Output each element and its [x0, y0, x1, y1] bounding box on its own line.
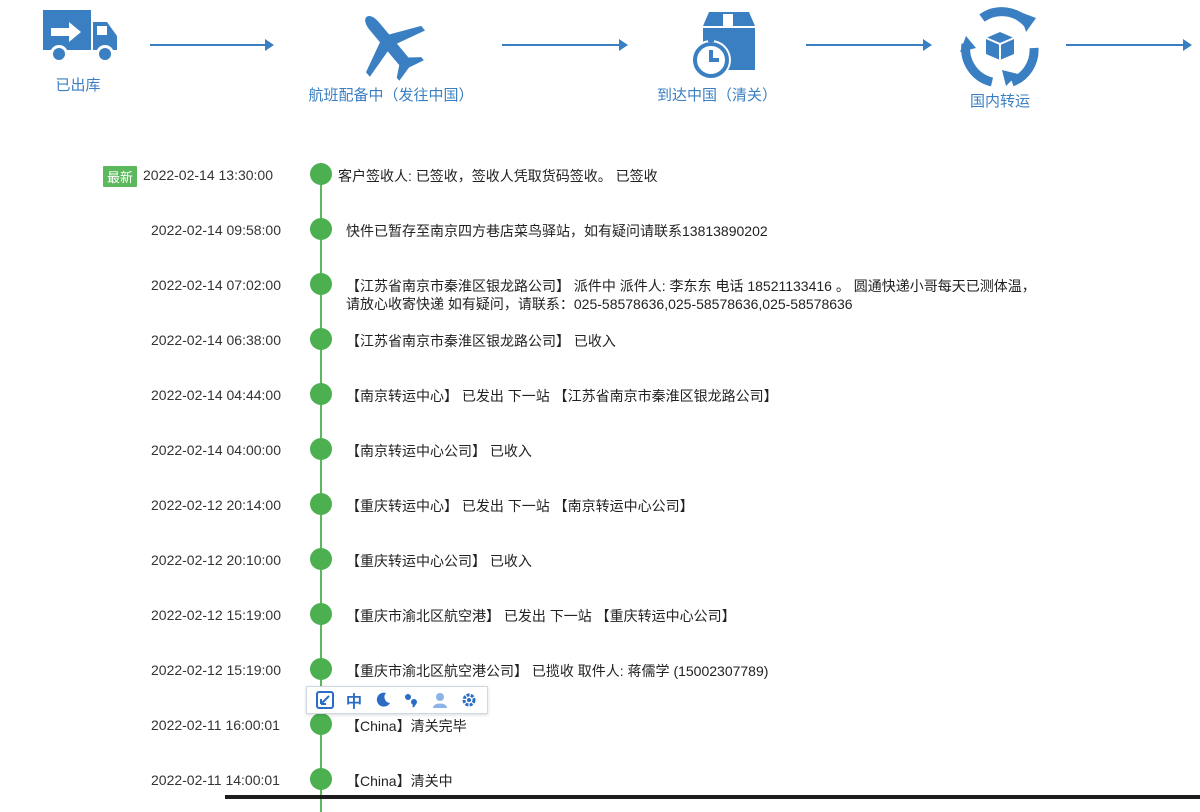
timeline-row: 2022-02-11 16:00:01 【China】清关完毕 [0, 713, 1200, 753]
event-time: 2022-02-11 14:00:01 [151, 772, 280, 788]
tracking-timeline: 最新 2022-02-14 13:30:00 客户签收人: 已签收，签收人凭取货… [0, 150, 1200, 812]
package-stopwatch-icon [691, 12, 755, 80]
timeline-row: 2022-02-12 15:19:00 【重庆市渝北区航空港公司】 已揽收 取件… [0, 658, 1200, 698]
event-message: 【China】清关中 [346, 773, 453, 789]
step-label: 已出库 [55, 77, 101, 94]
timeline-row: 2022-02-12 15:19:00 【重庆市渝北区航空港】 已发出 下一站 … [0, 603, 1200, 643]
ime-toolbar[interactable]: 中 [306, 686, 488, 714]
event-message: 【南京转运中心】 已发出 下一站 【江苏省南京市秦淮区银龙路公司】 [346, 388, 778, 404]
gear-icon[interactable] [458, 689, 480, 711]
event-time: 2022-02-12 15:19:00 [151, 662, 281, 678]
event-time: 2022-02-14 04:44:00 [151, 387, 281, 403]
event-time: 2022-02-14 09:58:00 [151, 222, 281, 238]
step-label: 国内转运 [969, 93, 1030, 110]
timeline-row: 2022-02-12 20:10:00 【重庆转运中心公司】 已收入 [0, 548, 1200, 588]
event-message: 快件已暂存至南京四方巷店菜鸟驿站，如有疑问请联系13813890202 [346, 223, 768, 239]
event-time: 2022-02-11 16:00:01 [151, 717, 280, 733]
latest-badge: 最新 [103, 166, 138, 187]
step-arrow [502, 39, 628, 51]
event-time: 2022-02-14 04:00:00 [151, 442, 281, 458]
event-time: 2022-02-12 20:14:00 [151, 497, 281, 513]
timeline-dot [310, 163, 332, 185]
event-time: 2022-02-14 13:30:00 [143, 167, 273, 183]
timeline-row: 最新 2022-02-14 13:30:00 客户签收人: 已签收，签收人凭取货… [0, 163, 1200, 203]
timeline-row: 2022-02-14 04:00:00 【南京转运中心公司】 已收入 [0, 438, 1200, 478]
user-icon[interactable] [429, 689, 451, 711]
timeline-dot [310, 603, 332, 625]
step-shipped: 已出库 [28, 6, 128, 95]
step-arrow [150, 39, 274, 51]
step-label: 航班配备中（发往中国） [308, 87, 474, 104]
ime-switch-icon[interactable] [314, 689, 336, 711]
timeline-dot [310, 218, 332, 240]
event-message-line: 请放心收寄快递 如有疑问，请联系：025-58578636,025-585786… [346, 296, 853, 312]
event-message: 【China】清关完毕 [346, 718, 467, 734]
event-time: 2022-02-14 06:38:00 [151, 332, 281, 348]
timeline-dot [310, 713, 332, 735]
event-message: 【重庆市渝北区航空港】 已发出 下一站 【重庆转运中心公司】 [346, 608, 736, 624]
event-message: 【重庆转运中心】 已发出 下一站 【南京转运中心公司】 [346, 498, 694, 514]
step-arrow [1066, 39, 1192, 51]
timeline-dot [310, 273, 332, 295]
cycle-box-icon [960, 7, 1039, 87]
timeline-dot [310, 383, 332, 405]
timeline-row: 2022-02-14 07:02:00 【江苏省南京市秦淮区银龙路公司】 派件中… [0, 273, 1200, 323]
event-time: 2022-02-12 15:19:00 [151, 607, 281, 623]
truck-icon [43, 10, 117, 63]
event-time: 2022-02-14 07:02:00 [151, 277, 281, 293]
timeline-dot [310, 548, 332, 570]
timeline-row: 2022-02-14 04:44:00 【南京转运中心】 已发出 下一站 【江苏… [0, 383, 1200, 423]
punctuation-icon[interactable] [400, 689, 422, 711]
step-domestic-transfer: 国内转运 [950, 4, 1050, 111]
timeline-dot [310, 768, 332, 790]
event-message-line: 【江苏省南京市秦淮区银龙路公司】 派件中 派件人: 李东东 电话 1852113… [346, 278, 1036, 294]
event-message: 【江苏省南京市秦淮区银龙路公司】 派件中 派件人: 李东东 电话 1852113… [346, 277, 1036, 313]
timeline-row: 2022-02-14 09:58:00 快件已暂存至南京四方巷店菜鸟驿站，如有疑… [0, 218, 1200, 258]
event-message: 【重庆转运中心公司】 已收入 [346, 553, 532, 569]
timeline-dot [310, 658, 332, 680]
step-arrived-china: 到达中国（清关） [642, 6, 792, 105]
timeline-dot [310, 493, 332, 515]
moon-icon[interactable] [372, 689, 394, 711]
event-message: 客户签收人: 已签收，签收人凭取货码签收。 已签收 [338, 168, 658, 184]
chinese-mode-button[interactable]: 中 [343, 689, 365, 711]
event-message: 【重庆市渝北区航空港公司】 已揽收 取件人: 蒋儒学 (15002307789) [346, 663, 769, 679]
step-label: 到达中国（清关） [656, 87, 777, 104]
airplane-icon [365, 15, 426, 81]
timeline-row: 2022-02-14 06:38:00 【江苏省南京市秦淮区银龙路公司】 已收入 [0, 328, 1200, 368]
timeline-row: 2022-02-12 20:14:00 【重庆转运中心】 已发出 下一站 【南京… [0, 493, 1200, 533]
progress-steps: 已出库 航班配备中（发往中国） 到达中国（清关） 国内转运 [0, 0, 1200, 130]
screen-bottom-edge [225, 795, 1200, 799]
timeline-row: 2022-02-11 14:00:01 【China】清关中 [0, 768, 1200, 808]
event-time: 2022-02-12 20:10:00 [151, 552, 281, 568]
step-arrow [806, 39, 932, 51]
event-message: 【江苏省南京市秦淮区银龙路公司】 已收入 [346, 333, 616, 349]
step-flight: 航班配备中（发往中国） [296, 6, 486, 105]
event-message: 【南京转运中心公司】 已收入 [346, 443, 532, 459]
timeline-dot [310, 328, 332, 350]
timeline-dot [310, 438, 332, 460]
